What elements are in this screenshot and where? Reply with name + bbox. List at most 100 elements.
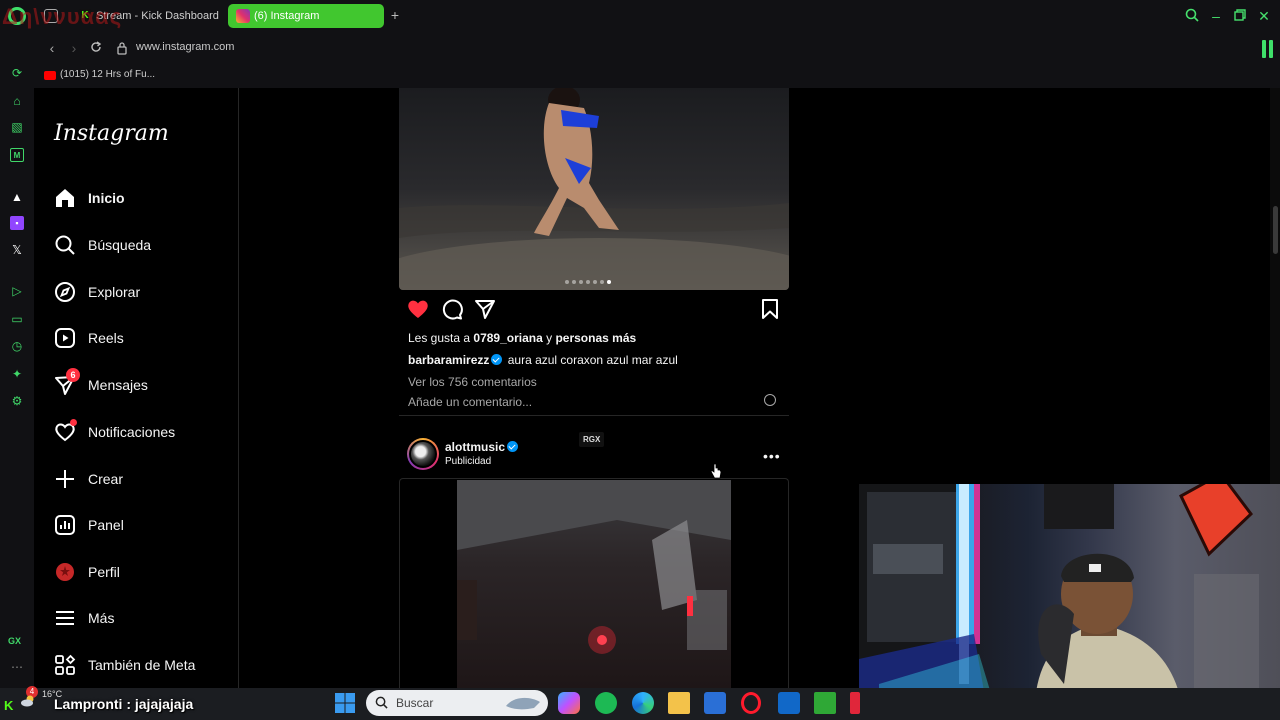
nav-label: Explorar bbox=[88, 284, 141, 300]
stream-chat-message: Lampronti : jajajajaja bbox=[54, 696, 194, 712]
nav-reels[interactable]: Reels bbox=[54, 327, 234, 355]
maximize-button[interactable] bbox=[1232, 8, 1248, 24]
more-options-button[interactable]: ••• bbox=[763, 448, 781, 464]
comment-icon[interactable] bbox=[441, 298, 463, 320]
scrollbar-thumb[interactable] bbox=[1273, 206, 1278, 254]
beach-photo bbox=[399, 88, 789, 290]
instagram-logo[interactable]: Instagram bbox=[54, 121, 169, 146]
author-avatar[interactable] bbox=[407, 438, 439, 470]
gx-sidebar: ⟳ ⌂ ▧ M ▲ ▪ 𝕏 ▷ ▭ ◷ ✦ ⚙ GX ⋯ bbox=[0, 32, 34, 688]
messenger-m-icon[interactable]: M bbox=[10, 148, 24, 162]
likes-others[interactable]: personas más bbox=[555, 331, 636, 345]
post2-header: alottmusic Publicidad ••• bbox=[407, 438, 781, 472]
nav-label: Más bbox=[88, 610, 115, 626]
search-tabs-icon[interactable] bbox=[1184, 8, 1200, 24]
url-field[interactable]: www.instagram.com bbox=[136, 41, 234, 53]
player-icon[interactable]: ▷ bbox=[10, 284, 24, 298]
taskbar-search-input[interactable] bbox=[396, 694, 506, 712]
back-button[interactable]: ‹ bbox=[44, 40, 60, 56]
extensions-icon[interactable]: ✦ bbox=[10, 367, 24, 381]
hand-cursor-icon bbox=[710, 463, 722, 479]
nav-mas[interactable]: Más bbox=[54, 607, 234, 635]
grid-icon bbox=[55, 654, 76, 675]
notification-dot bbox=[70, 419, 77, 426]
feed: Les gusta a 0789_oriana y personas más b… bbox=[399, 88, 789, 688]
add-comment-input[interactable]: Añade un comentario... bbox=[408, 395, 532, 409]
like-heart-icon[interactable] bbox=[407, 298, 429, 320]
likes-text: Les gusta a 0789_oriana y personas más bbox=[408, 331, 636, 345]
weather-cloud-icon[interactable] bbox=[20, 694, 36, 708]
settings-gear-icon[interactable]: ⚙ bbox=[10, 394, 24, 408]
tab-instagram[interactable]: (6) Instagram bbox=[228, 4, 384, 28]
history-icon[interactable]: ◷ bbox=[10, 339, 24, 353]
minecraft-icon[interactable] bbox=[814, 692, 836, 714]
plus-icon bbox=[56, 470, 74, 488]
gx-control-icon[interactable] bbox=[1262, 40, 1274, 58]
bookmark-label: (1015) 12 Hrs of Fu... bbox=[60, 69, 156, 80]
post2-author[interactable]: alottmusic bbox=[445, 440, 520, 454]
nav-notificaciones[interactable]: Notificaciones bbox=[54, 419, 234, 449]
taskbar-search[interactable] bbox=[366, 690, 548, 716]
nav-tambien-de-meta[interactable]: También de Meta bbox=[54, 654, 234, 682]
copilot-icon[interactable] bbox=[558, 692, 580, 714]
likes-suffix: y bbox=[542, 331, 556, 345]
post2-video[interactable] bbox=[457, 480, 731, 688]
new-tab-button[interactable]: + bbox=[388, 8, 402, 22]
tab-label: (6) Instagram bbox=[254, 10, 320, 22]
studio-video-frame bbox=[457, 480, 731, 654]
nav-label: Crear bbox=[88, 471, 124, 487]
address-bar: ‹ › www.instagram.com bbox=[34, 32, 1280, 64]
dashboard-icon bbox=[55, 515, 75, 535]
view-comments-link[interactable]: Ver los 756 comentarios bbox=[408, 375, 537, 389]
search-icon bbox=[375, 696, 388, 709]
nav-explorar[interactable]: Explorar bbox=[54, 281, 234, 309]
nav-perfil[interactable]: Perfil bbox=[54, 561, 234, 589]
liked-by-user[interactable]: 0789_oriana bbox=[473, 331, 542, 345]
close-button[interactable]: ✕ bbox=[1256, 8, 1272, 24]
app-icon-partial[interactable] bbox=[850, 692, 860, 714]
browser-titlebar: K Stream - Kick Dashboard (6) Instagram … bbox=[0, 0, 1280, 32]
search-icon bbox=[55, 235, 75, 255]
gx-corner-icon[interactable]: ⌂ bbox=[10, 94, 24, 108]
bookmark-save-icon[interactable] bbox=[759, 298, 781, 320]
microsoft-store-icon[interactable] bbox=[704, 692, 726, 714]
nav-crear[interactable]: Crear bbox=[54, 468, 234, 496]
bookmark-youtube[interactable]: (1015) 12 Hrs of Fu... bbox=[44, 69, 155, 80]
kick-app-icon[interactable]: ▲ bbox=[10, 190, 24, 204]
forward-button[interactable]: › bbox=[66, 40, 82, 56]
nav-busqueda[interactable]: Búsqueda bbox=[54, 234, 234, 262]
caption-text: aura azul coraxon azul mar azul bbox=[507, 353, 678, 367]
gx-tv-icon[interactable]: ▧ bbox=[10, 120, 24, 134]
nav-panel[interactable]: Panel bbox=[54, 514, 234, 542]
opera-gx-taskbar-icon[interactable] bbox=[741, 692, 761, 714]
file-explorer-icon[interactable] bbox=[668, 692, 690, 714]
more-options-icon[interactable]: ⋯ bbox=[10, 660, 24, 674]
verified-badge-icon bbox=[507, 441, 519, 452]
post-image[interactable] bbox=[399, 88, 789, 290]
windows-start-icon[interactable] bbox=[334, 692, 356, 714]
lock-icon[interactable] bbox=[116, 41, 128, 55]
share-icon[interactable] bbox=[474, 298, 496, 320]
wallet-icon[interactable]: ▭ bbox=[10, 312, 24, 326]
refresh-icon[interactable]: ⟳ bbox=[10, 66, 24, 80]
twitch-icon[interactable]: ▪ bbox=[10, 216, 24, 230]
x-twitter-icon[interactable]: 𝕏 bbox=[10, 243, 24, 257]
webcam-scene bbox=[859, 484, 1259, 720]
post2-author-name: alottmusic bbox=[445, 440, 506, 454]
post-author[interactable]: barbaramirezz bbox=[408, 353, 489, 367]
emoji-icon[interactable] bbox=[764, 394, 776, 406]
edge-icon[interactable] bbox=[632, 692, 654, 714]
spotify-icon[interactable] bbox=[595, 692, 617, 714]
minimize-button[interactable]: – bbox=[1208, 8, 1224, 24]
profile-avatar-icon bbox=[56, 563, 74, 581]
stream-overlay-text: Δη\ννυαας bbox=[2, 4, 123, 29]
instagram-icon bbox=[236, 9, 250, 23]
nav-mensajes[interactable]: 6 Mensajes bbox=[54, 368, 234, 402]
nav-inicio[interactable]: Inicio bbox=[54, 187, 234, 215]
reload-button[interactable] bbox=[88, 40, 104, 56]
outlook-icon[interactable] bbox=[778, 692, 800, 714]
gx-label: GX bbox=[8, 636, 22, 646]
likes-prefix: Les gusta a bbox=[408, 331, 474, 345]
nav-label: Inicio bbox=[88, 190, 125, 206]
kick-taskbar-icon[interactable]: K bbox=[4, 698, 13, 713]
